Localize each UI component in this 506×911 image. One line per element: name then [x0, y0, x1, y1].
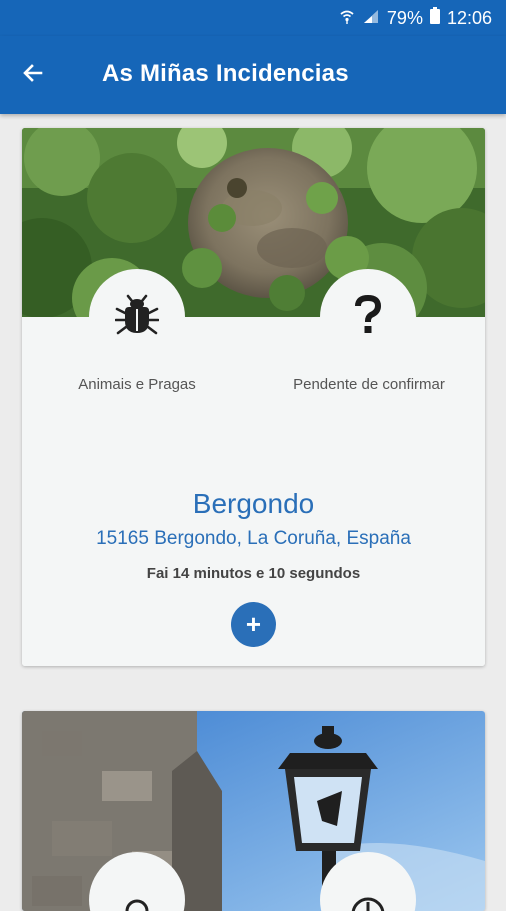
battery-icon	[430, 7, 440, 29]
plus-icon: +	[246, 609, 261, 640]
app-bar: As Miñas Incidencias	[0, 36, 506, 114]
battery-percent: 79%	[387, 8, 423, 29]
wifi-icon	[339, 8, 355, 29]
signal-icon	[362, 8, 380, 29]
page-title: As Miñas Incidencias	[102, 60, 349, 88]
incident-card[interactable]	[22, 711, 485, 911]
incident-elapsed-time: Fai 14 minutos e 10 segundos	[22, 565, 485, 582]
clock: 12:06	[447, 8, 492, 29]
arrow-left-icon	[21, 61, 45, 90]
back-button[interactable]	[12, 54, 54, 96]
incident-address: 15165 Bergondo, La Coruña, España	[22, 528, 485, 550]
status-bar: 79% 12:06	[0, 0, 506, 36]
expand-details-button[interactable]: +	[231, 602, 276, 647]
question-icon	[353, 295, 383, 340]
incident-photo	[22, 711, 485, 900]
status-label: Pendente de confirmar	[274, 376, 464, 393]
category-badge	[89, 269, 185, 365]
incident-city: Bergondo	[22, 488, 485, 520]
bug-icon	[115, 293, 159, 342]
category-label: Animais e Pragas	[42, 376, 232, 393]
status-indicators: 79% 12:06	[339, 7, 492, 29]
incident-photo	[22, 128, 485, 317]
location-pin-icon	[122, 883, 152, 911]
incident-card[interactable]: Animais e Pragas Pendente de confirmar B…	[22, 128, 485, 666]
clock-icon	[348, 878, 388, 911]
status-badge	[320, 269, 416, 365]
